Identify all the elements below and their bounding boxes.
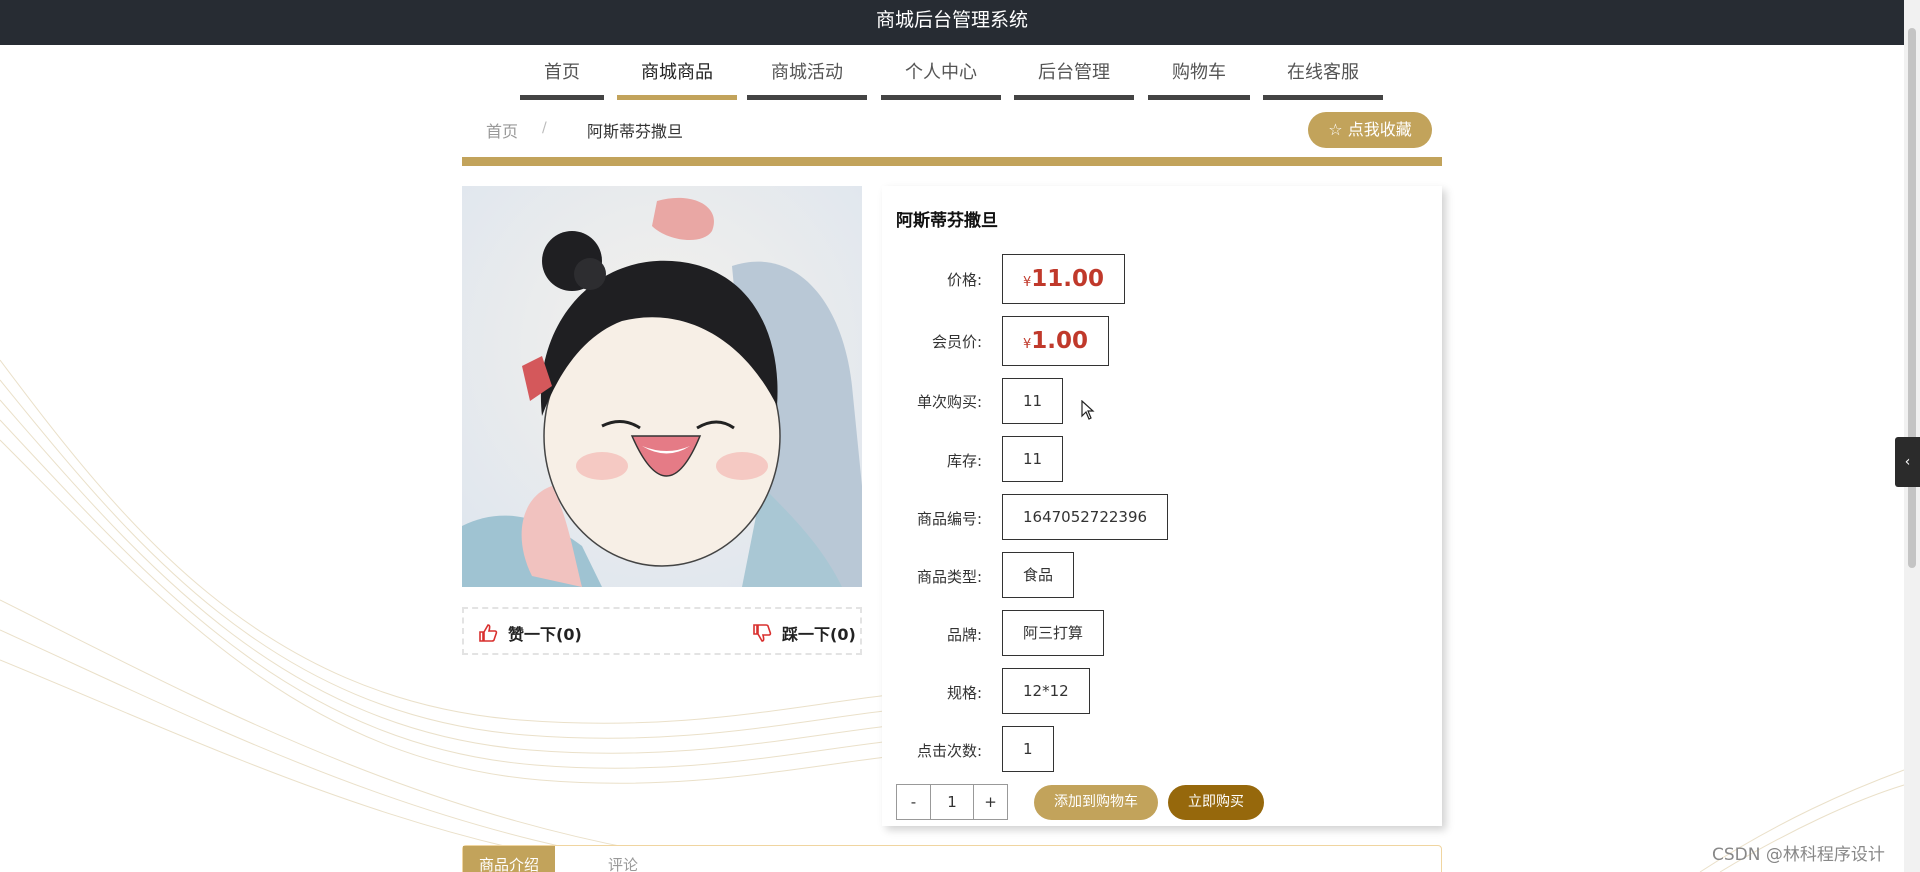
clicks-label: 点击次数: <box>916 742 982 760</box>
nav-item-personal-center[interactable]: 个人中心 <box>881 45 1001 100</box>
product-illustration-icon <box>462 186 862 587</box>
spec-label: 规格: <box>946 684 982 702</box>
nav-item-cart[interactable]: 购物车 <box>1148 45 1250 100</box>
stock-label: 库存: <box>946 452 982 470</box>
like-button[interactable]: 赞一下(0) <box>478 621 582 645</box>
nav-item-admin[interactable]: 后台管理 <box>1014 45 1134 100</box>
top-header: 商城后台管理系统 <box>0 0 1904 45</box>
product-info-panel: 阿斯蒂芬撒旦 价格: ¥11.00 会员价: ¥1.00 单次购买: 11 库存… <box>882 186 1442 826</box>
mouse-cursor-icon <box>1081 400 1095 420</box>
member-price-label: 会员价: <box>931 333 982 351</box>
single-purchase-label: 单次购买: <box>916 393 982 411</box>
single-purchase-value: 11 <box>1002 378 1064 424</box>
product-type-value: 食品 <box>1002 552 1075 598</box>
dislike-button[interactable]: 踩一下(0) <box>752 621 856 645</box>
brand-label: 品牌: <box>946 626 982 644</box>
buy-now-button[interactable]: 立即购买 <box>1168 785 1264 820</box>
vote-box: 赞一下(0) 踩一下(0) <box>462 607 862 655</box>
thumbs-up-icon <box>479 624 498 642</box>
breadcrumb-separator: / <box>542 120 547 136</box>
nav-item-activities[interactable]: 商城活动 <box>747 45 867 100</box>
quantity-minus-button[interactable]: - <box>897 785 930 819</box>
tab-comments[interactable]: 评论 <box>593 846 653 872</box>
scrollbar-thumb[interactable] <box>1908 28 1916 568</box>
add-to-cart-button[interactable]: 添加到购物车 <box>1034 785 1158 820</box>
tab-product-intro[interactable]: 商品介绍 <box>463 846 555 872</box>
nav-item-online-service[interactable]: 在线客服 <box>1263 45 1383 100</box>
stock-value: 11 <box>1002 436 1064 482</box>
brand-value: 阿三打算 <box>1002 610 1105 656</box>
quantity-plus-button[interactable]: + <box>974 785 1007 819</box>
chevron-left-icon: ‹ <box>1904 454 1911 470</box>
nav-item-products[interactable]: 商城商品 <box>617 45 737 100</box>
price-value-box: ¥11.00 <box>1002 254 1126 304</box>
main-nav: 首页 商城商品 商城活动 个人中心 后台管理 购物车 在线客服 <box>0 45 1904 107</box>
nav-item-home[interactable]: 首页 <box>520 45 604 100</box>
price-value: 11.00 <box>1031 266 1105 292</box>
watermark-text: CSDN @林科程序设计 <box>1712 845 1885 865</box>
product-title: 阿斯蒂芬撒旦 <box>896 211 998 231</box>
detail-tabs: 商品介绍 评论 <box>462 845 1442 872</box>
breadcrumb-current: 阿斯蒂芬撒旦 <box>587 122 684 141</box>
thumbs-down-icon <box>753 624 772 642</box>
clicks-value: 1 <box>1002 726 1054 772</box>
favorite-button[interactable]: ☆ 点我收藏 <box>1308 112 1432 148</box>
dislike-label: 踩一下(0) <box>782 625 856 644</box>
product-code-value: 1647052722396 <box>1002 494 1169 540</box>
member-price-value-box: ¥1.00 <box>1002 316 1110 366</box>
member-price-value: 1.00 <box>1031 328 1089 354</box>
breadcrumb-home[interactable]: 首页 <box>486 118 518 142</box>
product-image <box>462 186 862 587</box>
side-panel-toggle[interactable]: ‹ <box>1895 437 1920 487</box>
like-label: 赞一下(0) <box>508 625 582 644</box>
price-label: 价格: <box>946 271 982 289</box>
product-code-label: 商品编号: <box>916 510 982 528</box>
page-scrollbar[interactable] <box>1904 0 1920 872</box>
quantity-input[interactable]: 1 <box>930 785 974 819</box>
product-type-label: 商品类型: <box>916 568 982 586</box>
quantity-stepper: - 1 + <box>896 784 1008 820</box>
gold-divider <box>462 157 1442 166</box>
spec-value: 12*12 <box>1002 668 1090 714</box>
page-title: 商城后台管理系统 <box>875 9 1028 31</box>
